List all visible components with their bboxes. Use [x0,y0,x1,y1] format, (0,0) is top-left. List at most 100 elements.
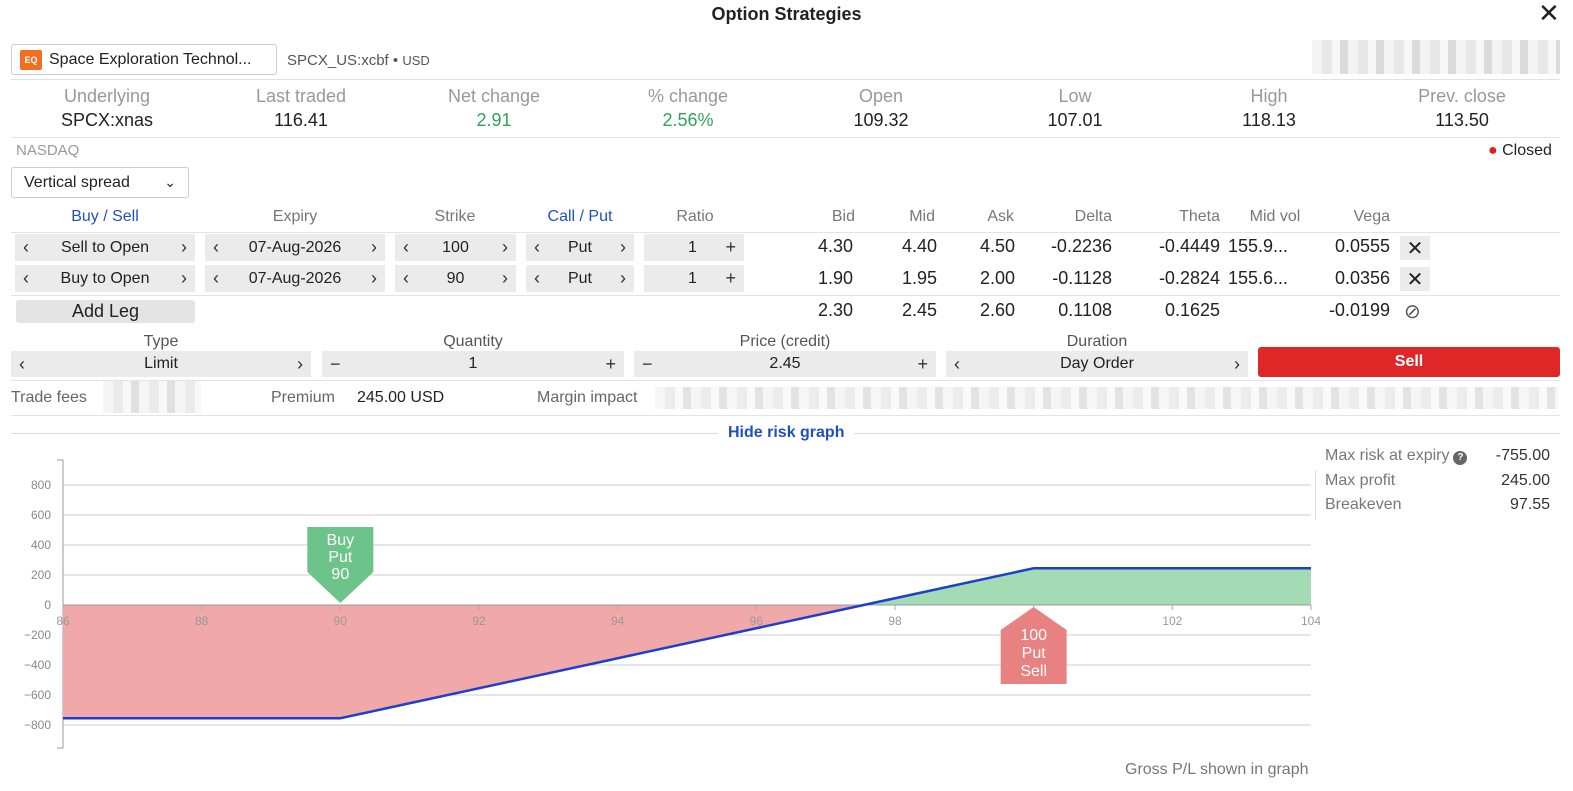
quote-value: 109.32 [853,110,909,130]
header-call-put: Call / Put [547,208,613,225]
duration-stepper[interactable]: ‹ Day Order › [946,351,1248,377]
order-type-label: Type [143,333,179,350]
chevron-right-icon[interactable]: › [297,354,303,375]
plus-icon[interactable]: + [725,237,736,258]
instrument-selector[interactable]: EQ Space Exploration Technol... [11,44,277,75]
help-icon[interactable]: ? [1453,451,1468,465]
chevron-right-icon[interactable]: › [502,237,508,258]
quote-low: Low 107.01 [978,86,1172,131]
chevron-right-icon[interactable]: › [371,237,377,258]
premium-value: 245.00 USD [357,389,445,406]
leg-expiry: 07-Aug-2026 [248,238,342,256]
leg-2-expiry-stepper[interactable]: ‹ 07-Aug-2026 › [205,265,385,292]
leg-2-ask: 2.00 [979,268,1015,288]
leg-strike: 90 [446,269,465,287]
total-vega: -0.0199 [1328,300,1390,320]
max-profit-value: 245.00 [1501,472,1550,489]
y-tick-label: 200 [31,568,51,582]
x-tick-label: 96 [750,614,764,628]
trade-fees-label: Trade fees [11,389,87,406]
chevron-left-icon[interactable]: ‹ [19,354,25,375]
account-selector[interactable] [1312,40,1560,74]
total-bid: 2.30 [817,300,853,320]
breakeven-label: Breakeven [1325,496,1402,513]
risk-graph: 800 600 400 200 0 −200 −400 −600 −800 86 88 90 92 94 9… [24,459,1320,749]
chevron-left-icon[interactable]: ‹ [213,237,219,258]
plus-icon[interactable]: + [917,354,928,375]
close-icon: ✕ [1406,268,1424,291]
leg-1-ratio-stepper[interactable]: 1 + [644,234,744,261]
plus-icon[interactable]: + [605,354,616,375]
leg-side: Buy to Open [60,269,150,287]
price-stepper[interactable]: − 2.45 + [634,351,936,377]
remove-leg-1-button[interactable]: ✕ [1400,236,1430,260]
breakeven-stat: Breakeven 97.55 [1325,496,1550,514]
chevron-left-icon[interactable]: ‹ [23,237,29,258]
duration-value: Day Order [1060,355,1134,372]
chevron-right-icon[interactable]: › [502,268,508,289]
equity-icon: EQ [20,49,42,70]
chevron-left-icon[interactable]: ‹ [954,354,960,375]
leg-side: Sell to Open [60,238,150,256]
status-dot-icon: ● [1488,142,1498,159]
leg-2-type-stepper[interactable]: ‹ Put › [526,265,634,292]
chevron-left-icon[interactable]: ‹ [534,237,540,258]
leg-2-ratio-stepper[interactable]: 1 + [644,265,744,292]
chevron-left-icon[interactable]: ‹ [403,237,409,258]
add-leg-button[interactable]: Add Leg [16,300,195,323]
leg-type: Put [567,238,592,256]
strategy-value: Vertical spread [24,173,130,191]
header-mid: Mid [909,208,935,225]
minus-icon[interactable]: − [642,354,653,375]
leg-2-theta: -0.2824 [1158,268,1220,288]
remove-leg-2-button[interactable]: ✕ [1400,267,1430,291]
quote--change: % change 2.56% [591,86,785,131]
leg-2-strike-stepper[interactable]: ‹ 90 › [395,265,516,292]
quote-label: Last traded [255,86,347,106]
chevron-left-icon[interactable]: ‹ [213,268,219,289]
leg-type: Put [567,269,592,287]
leg-1-bid: 4.30 [817,236,853,256]
quote-underlying: Underlying SPCX:xnas [10,86,204,131]
chevron-right-icon[interactable]: › [1234,354,1240,375]
leg-2-side-stepper[interactable]: ‹ Buy to Open › [15,265,195,292]
chevron-left-icon[interactable]: ‹ [403,268,409,289]
stats-divider [1315,470,1316,520]
quote-value: 2.56% [662,110,714,130]
quote-value: 107.01 [1047,110,1103,130]
chevron-right-icon[interactable]: › [181,268,187,289]
gross-pl-note: Gross P/L shown in graph [1125,761,1309,778]
leg-2-mid: 1.95 [901,268,937,288]
leg-1-expiry-stepper[interactable]: ‹ 07-Aug-2026 › [205,234,385,261]
leg-1-side-stepper[interactable]: ‹ Sell to Open › [15,234,195,261]
chevron-left-icon[interactable]: ‹ [534,268,540,289]
chevron-left-icon[interactable]: ‹ [23,268,29,289]
chevron-right-icon[interactable]: › [181,237,187,258]
close-icon[interactable]: ✕ [1538,0,1560,26]
disabled-icon: ⊘ [1404,301,1421,323]
leg-1-strike-stepper[interactable]: ‹ 100 › [395,234,516,261]
trade-fees-value [103,381,201,413]
strategy-dropdown[interactable]: Vertical spread ⌄ [11,167,189,198]
y-tick-label: 0 [44,598,51,612]
quantity-stepper[interactable]: − 1 + [322,351,624,377]
window-title: Option Strategies [711,4,862,24]
minus-icon[interactable]: − [330,354,341,375]
loss-area [63,605,864,719]
order-type-stepper[interactable]: ‹ Limit › [11,351,311,377]
chevron-right-icon[interactable]: › [371,268,377,289]
quote-label: Net change [447,86,541,106]
x-tick-label: 90 [334,614,348,628]
leg-1-type-stepper[interactable]: ‹ Put › [526,234,634,261]
leg-1-delta: -0.2236 [1050,236,1112,256]
chevron-right-icon[interactable]: › [620,237,626,258]
leg-2-delta: -0.1128 [1052,268,1112,288]
leg-expiry: 07-Aug-2026 [248,269,342,287]
margin-impact-label: Margin impact [537,389,638,406]
plus-icon[interactable]: + [725,268,736,289]
leg-ratio: 1 [688,269,697,287]
leg-strike: 100 [442,238,469,256]
breakeven-value: 97.55 [1509,496,1550,513]
sell-button[interactable]: Sell [1258,347,1560,377]
chevron-right-icon[interactable]: › [620,268,626,289]
